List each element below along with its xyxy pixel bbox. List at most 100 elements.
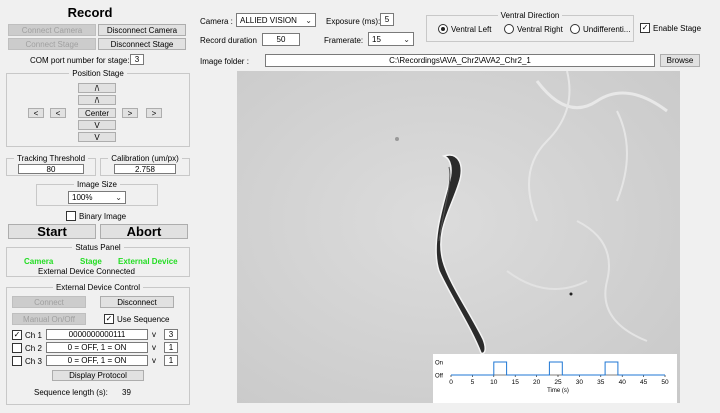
com-port-label: COM port number for stage:	[30, 56, 130, 65]
image-folder-label: Image folder :	[200, 57, 249, 66]
calibration-input[interactable]: 2.758	[114, 164, 176, 174]
camera-value: ALLIED VISION	[240, 15, 297, 25]
series-line-0	[451, 361, 665, 376]
enable-stage-checkbox[interactable]: ✓	[640, 23, 650, 33]
ventral-undifferentiated-radio[interactable]	[570, 24, 580, 34]
ch1-label: Ch 1	[25, 331, 42, 340]
framerate-label: Framerate:	[324, 36, 364, 45]
record-title: Record	[67, 5, 113, 20]
record-duration-label: Record duration	[200, 36, 257, 45]
chevron-down-icon: ⌄	[305, 15, 312, 25]
binary-image-label: Binary Image	[79, 212, 127, 221]
connect-stage-button[interactable]: Connect Stage	[8, 38, 96, 50]
x-tick-label-35: 35	[597, 379, 605, 386]
x-tick-label-30: 30	[576, 379, 584, 386]
external-device-control-title: External Device Control	[52, 283, 144, 292]
ch1-chevron-icon[interactable]: v	[152, 330, 156, 339]
calibration-title: Calibration (um/px)	[108, 154, 182, 163]
x-tick-label-50: 50	[661, 379, 669, 386]
x-tick-label-25: 25	[554, 379, 562, 386]
stage-left-fast-button[interactable]: <	[28, 108, 44, 118]
connect-device-button[interactable]: Connect	[12, 296, 86, 308]
ch3-label: Ch 3	[25, 357, 42, 366]
x-tick-label-10: 10	[490, 379, 498, 386]
ch2-checkbox[interactable]	[12, 343, 22, 353]
stage-down-fast-button[interactable]: V	[78, 132, 116, 142]
binary-image-checkbox[interactable]	[66, 211, 76, 221]
browse-button[interactable]: Browse	[660, 54, 700, 67]
sequence-length-label: Sequence length (s):	[34, 388, 108, 397]
ch1-sequence-input[interactable]: 0000000000111	[46, 329, 148, 340]
tracking-threshold-title: Tracking Threshold	[13, 154, 89, 163]
com-port-input[interactable]: 3	[130, 54, 144, 65]
ventral-undifferentiated-label: Undifferenti...	[583, 25, 631, 34]
x-tick-label-45: 45	[640, 379, 648, 386]
disconnect-camera-button[interactable]: Disconnect Camera	[98, 24, 186, 36]
chevron-down-icon: ⌄	[403, 34, 410, 44]
sequence-length-value: 39	[122, 388, 131, 397]
x-axis-label: Time (s)	[547, 388, 569, 394]
exposure-label: Exposure (ms):	[326, 17, 381, 26]
framerate-select[interactable]: 15 ⌄	[368, 32, 414, 46]
stage-up-fast-button[interactable]: /\	[78, 83, 116, 93]
protocol-chart: Off On 0 5 10 15 20 25 30 35 40 45 50 Time (s)	[433, 354, 677, 403]
exposure-input[interactable]: 5	[380, 13, 394, 26]
ch1-checkbox[interactable]: ✓	[12, 330, 22, 340]
status-panel-title: Status Panel	[72, 243, 124, 252]
image-folder-input[interactable]: C:\Recordings\AVA_Chr2\AVA2_Chr2_1	[265, 54, 655, 67]
enable-stage-label: Enable Stage	[653, 24, 702, 33]
camera-label: Camera :	[200, 17, 233, 26]
stage-left-button[interactable]: <	[50, 108, 66, 118]
framerate-value: 15	[372, 34, 381, 44]
use-sequence-checkbox[interactable]: ✓	[104, 314, 114, 324]
ventral-direction-title: Ventral Direction	[497, 11, 563, 20]
stage-right-button[interactable]: >	[122, 108, 138, 118]
stage-up-button[interactable]: /\	[78, 95, 116, 105]
x-tick-label-0: 0	[449, 379, 453, 386]
image-size-title: Image Size	[73, 180, 121, 189]
stage-down-button[interactable]: V	[78, 120, 116, 130]
ch2-label: Ch 2	[25, 344, 42, 353]
stage-center-button[interactable]: Center	[78, 108, 116, 118]
record-duration-input[interactable]: 50	[262, 33, 300, 46]
ventral-left-label: Ventral Left	[451, 25, 492, 34]
camera-view[interactable]: Off On 0 5 10 15 20 25 30 35 40 45 50 Time (s)	[237, 71, 680, 403]
y-tick-label-off: Off	[435, 374, 443, 380]
stage-right-fast-button[interactable]: >	[146, 108, 162, 118]
x-tick-label-40: 40	[619, 379, 627, 386]
disconnect-stage-button[interactable]: Disconnect Stage	[98, 38, 186, 50]
ch3-checkbox[interactable]	[12, 356, 22, 366]
disconnect-device-button[interactable]: Disconnect	[100, 296, 174, 308]
ch3-sequence-input[interactable]: 0 = OFF, 1 = ON	[46, 355, 148, 366]
ventral-right-label: Ventral Right	[517, 25, 563, 34]
ch2-sequence-input[interactable]: 0 = OFF, 1 = ON	[46, 342, 148, 353]
ch1-repeat-input[interactable]: 3	[164, 329, 178, 340]
y-tick-label-on: On	[435, 361, 443, 367]
connect-camera-button[interactable]: Connect Camera	[8, 24, 96, 36]
ch2-chevron-icon[interactable]: v	[152, 343, 156, 352]
use-sequence-label: Use Sequence	[117, 315, 170, 324]
ch3-chevron-icon[interactable]: v	[152, 356, 156, 365]
image-size-value: 100%	[72, 193, 93, 202]
abort-button[interactable]: Abort	[100, 224, 188, 239]
ch2-repeat-input[interactable]: 1	[164, 342, 178, 353]
status-stage: Stage	[80, 257, 102, 266]
x-tick-label-5: 5	[471, 379, 475, 386]
image-size-select[interactable]: 100% ⌄	[68, 191, 126, 204]
x-tick-label-20: 20	[533, 379, 541, 386]
status-message: External Device Connected	[38, 267, 135, 276]
status-camera: Camera	[24, 257, 54, 266]
status-external-device: External Device	[118, 257, 178, 266]
display-protocol-button[interactable]: Display Protocol	[52, 370, 144, 381]
protocol-chart-svg: Off On 0 5 10 15 20 25 30 35 40 45 50 Time (s)	[435, 361, 669, 395]
start-button[interactable]: Start	[8, 224, 96, 239]
tracking-threshold-input[interactable]: 80	[18, 164, 84, 174]
position-stage-title: Position Stage	[69, 69, 127, 78]
ch3-repeat-input[interactable]: 1	[164, 355, 178, 366]
chevron-down-icon: ⌄	[115, 193, 122, 202]
manual-on-off-button[interactable]: Manual On/Off	[12, 313, 86, 325]
ventral-left-radio[interactable]	[438, 24, 448, 34]
x-tick-label-15: 15	[512, 379, 520, 386]
camera-select[interactable]: ALLIED VISION ⌄	[236, 13, 316, 27]
ventral-right-radio[interactable]	[504, 24, 514, 34]
